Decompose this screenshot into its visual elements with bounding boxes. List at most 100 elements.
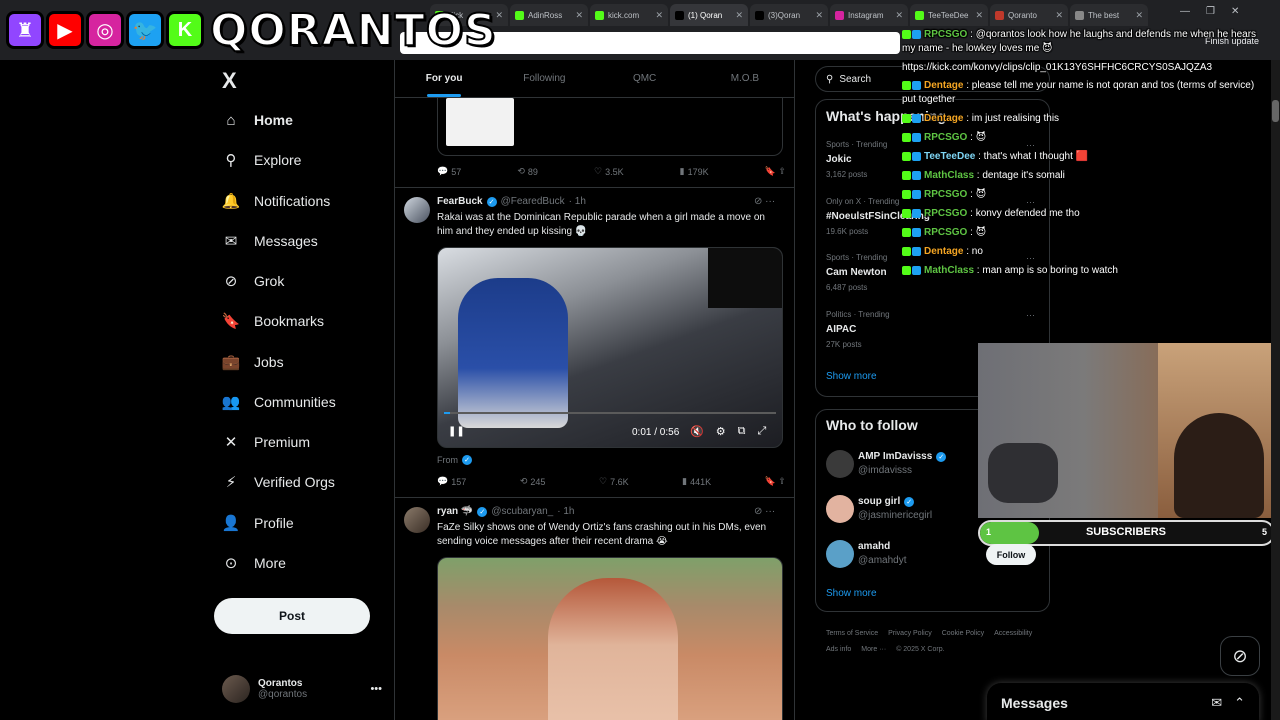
chat-username[interactable]: RPCSGO xyxy=(924,132,967,143)
messages-drawer[interactable]: Messages ✉ ⌃ xyxy=(987,683,1259,720)
views-button[interactable]: ▮ 441K xyxy=(682,476,711,487)
repost-button[interactable]: ⟲ 89 xyxy=(517,166,538,177)
chat-username[interactable]: RPCSGO xyxy=(924,227,967,238)
avatar[interactable] xyxy=(404,197,430,223)
footer-link[interactable]: Cookie Policy xyxy=(942,626,984,642)
nav-item-verified-orgs[interactable]: ⚡ Verified Orgs xyxy=(222,467,335,497)
grok-floating-icon[interactable]: ⊘ xyxy=(1220,636,1260,676)
tweet-time[interactable]: · 1h xyxy=(569,196,586,207)
footer-link[interactable]: More ··· xyxy=(861,642,886,658)
footer-link[interactable]: Ads info xyxy=(826,642,851,658)
chat-username[interactable]: Dentage xyxy=(924,113,963,124)
footer-link[interactable]: Privacy Policy xyxy=(888,626,932,642)
suggested-account-name[interactable]: amahd xyxy=(858,541,890,552)
nav-item-explore[interactable]: ⚲ Explore xyxy=(222,145,302,175)
x-logo-icon[interactable]: X xyxy=(222,68,237,94)
trend-name[interactable]: Cam Newton xyxy=(826,267,887,278)
pause-icon[interactable]: ❚❚ xyxy=(448,426,465,437)
nav-item-notifications[interactable]: 🔔 Notifications xyxy=(222,186,331,216)
tweet-media[interactable] xyxy=(437,98,783,156)
nav-item-profile[interactable]: 👤 Profile xyxy=(222,508,294,538)
post-button[interactable]: Post xyxy=(214,598,370,634)
more-dots-icon[interactable]: ••• xyxy=(370,683,382,695)
chat-username[interactable]: Dentage xyxy=(924,80,963,91)
nav-item-jobs[interactable]: 💼 Jobs xyxy=(222,347,284,377)
wtf-show-more[interactable]: Show more xyxy=(826,588,877,599)
footer-link[interactable]: Terms of Service xyxy=(826,626,878,642)
timeline-tab[interactable]: M.O.B xyxy=(695,60,795,97)
bookmark-share[interactable]: 🔖 ⇪ xyxy=(765,166,786,177)
browser-tab[interactable]: Instagram ✕ xyxy=(830,4,908,26)
timeline-tab[interactable]: Following xyxy=(494,60,594,97)
chat-username[interactable]: RPCSGO xyxy=(924,208,967,219)
avatar[interactable] xyxy=(826,450,854,478)
more-dots-icon[interactable]: ··· xyxy=(1026,310,1035,320)
nav-item-premium[interactable]: ✕ Premium xyxy=(222,427,310,457)
close-tab-icon[interactable]: ✕ xyxy=(975,10,983,21)
browser-tab[interactable]: AdinRoss ✕ xyxy=(510,4,588,26)
tweet-author-handle[interactable]: @scubaryan_ xyxy=(491,506,553,517)
avatar[interactable] xyxy=(826,540,854,568)
browser-tab[interactable]: (3)Qoran ✕ xyxy=(750,4,828,26)
scrollbar[interactable] xyxy=(1271,60,1280,720)
chat-username[interactable]: TeeTeeDee xyxy=(924,151,975,162)
reply-button[interactable]: 💬 57 xyxy=(437,166,461,177)
scrollbar-thumb[interactable] xyxy=(1272,100,1279,122)
chat-username[interactable]: MathClass xyxy=(924,265,974,276)
video-progress-track[interactable] xyxy=(444,412,776,414)
chat-username[interactable]: RPCSGO xyxy=(924,29,967,40)
tweet-menu[interactable]: ⊘ ··· xyxy=(754,196,775,207)
like-button[interactable]: ♡ 3.5K xyxy=(594,166,624,177)
trends-show-more[interactable]: Show more xyxy=(826,371,877,382)
suggested-account-name[interactable]: AMP ImDavisss ✓ xyxy=(858,451,947,462)
pip-icon[interactable]: ⧉ xyxy=(738,425,746,438)
tweet-menu[interactable]: ⊘ ··· xyxy=(754,506,775,517)
minimize-icon[interactable]: — xyxy=(1180,6,1190,17)
footer-link[interactable]: Accessibility xyxy=(994,626,1032,642)
browser-tab[interactable]: The best ✕ xyxy=(1070,4,1148,26)
nav-item-bookmarks[interactable]: 🔖 Bookmarks xyxy=(222,306,324,336)
browser-tab[interactable]: TeeTeeDee ✕ xyxy=(910,4,988,26)
close-window-icon[interactable]: ✕ xyxy=(1231,6,1239,17)
tweet-video[interactable]: ❚❚ 0:01 / 0:56 🔇 ⚙ ⧉ ⤢ xyxy=(437,247,783,448)
nav-item-communities[interactable]: 👥 Communities xyxy=(222,387,336,417)
close-tab-icon[interactable]: ✕ xyxy=(1055,10,1063,21)
close-tab-icon[interactable]: ✕ xyxy=(815,10,823,21)
close-tab-icon[interactable]: ✕ xyxy=(575,10,583,21)
avatar[interactable] xyxy=(404,507,430,533)
nav-item-home[interactable]: ⌂ Home xyxy=(222,105,292,135)
tweet-time[interactable]: · 1h xyxy=(557,506,574,517)
account-switcher[interactable]: Qorantos @qorantos ••• xyxy=(222,672,382,706)
timeline-tab[interactable]: For you xyxy=(394,60,494,97)
chat-username[interactable]: RPCSGO xyxy=(924,189,967,200)
chat-username[interactable]: Dentage xyxy=(924,246,963,257)
mute-icon[interactable]: 🔇 xyxy=(690,425,704,438)
tweet-author-name[interactable]: FearBuck xyxy=(437,196,483,207)
browser-tab[interactable]: (1) Qoran ✕ xyxy=(670,4,748,26)
close-tab-icon[interactable]: ✕ xyxy=(655,10,663,21)
nav-item-grok[interactable]: ⊘ Grok xyxy=(222,266,285,296)
browser-tab[interactable]: kick.com ✕ xyxy=(590,4,668,26)
views-button[interactable]: ▮ 179K xyxy=(680,166,709,177)
follow-button[interactable]: Follow xyxy=(986,544,1036,565)
expand-chevron-icon[interactable]: ⌃ xyxy=(1234,695,1245,711)
chat-username[interactable]: MathClass xyxy=(924,170,974,181)
close-tab-icon[interactable]: ✕ xyxy=(1135,10,1143,21)
suggested-account-name[interactable]: soup girl ✓ xyxy=(858,496,915,507)
like-button[interactable]: ♡ 7.6K xyxy=(599,476,629,487)
tweet-author-handle[interactable]: @FearedBuck xyxy=(501,196,565,207)
bookmark-share[interactable]: 🔖 ⇪ xyxy=(765,476,786,487)
avatar[interactable] xyxy=(826,495,854,523)
reply-button[interactable]: 💬 157 xyxy=(437,476,466,487)
nav-item-more[interactable]: ⊙ More xyxy=(222,548,286,578)
repost-button[interactable]: ⟲ 245 xyxy=(520,476,546,487)
close-tab-icon[interactable]: ✕ xyxy=(895,10,903,21)
new-message-icon[interactable]: ✉ xyxy=(1211,695,1222,711)
fullscreen-icon[interactable]: ⤢ xyxy=(757,425,766,438)
trend-name[interactable]: Jokic xyxy=(826,154,852,165)
timeline-tab[interactable]: QMC xyxy=(595,60,695,97)
nav-item-messages[interactable]: ✉ Messages xyxy=(222,226,318,256)
footer-link[interactable]: © 2025 X Corp. xyxy=(896,642,944,658)
trend-name[interactable]: AIPAC xyxy=(826,324,856,335)
settings-icon[interactable]: ⚙ xyxy=(716,425,726,438)
